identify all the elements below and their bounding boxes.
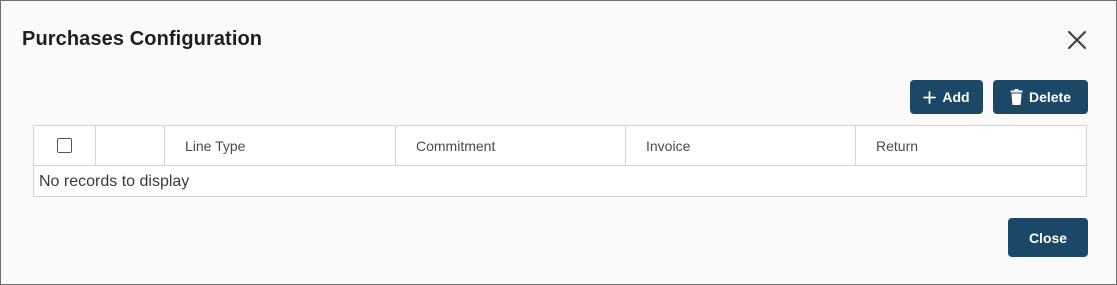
select-all-column <box>34 126 96 165</box>
column-header-invoice[interactable]: Invoice <box>626 126 856 165</box>
plus-icon <box>923 90 937 104</box>
empty-message: No records to display <box>39 172 190 190</box>
records-grid: Line Type Commitment Invoice Return No r… <box>33 125 1087 197</box>
delete-button[interactable]: Delete <box>993 80 1088 114</box>
column-header-commitment[interactable]: Commitment <box>396 126 626 165</box>
close-button[interactable]: Close <box>1008 218 1088 257</box>
grid-header: Line Type Commitment Invoice Return <box>34 126 1086 166</box>
purchases-configuration-dialog: Purchases Configuration Add Delete Line … <box>0 0 1117 285</box>
add-button[interactable]: Add <box>910 80 983 114</box>
select-all-checkbox[interactable] <box>57 138 72 153</box>
column-header-blank <box>96 126 165 165</box>
add-button-label: Add <box>942 89 970 105</box>
delete-button-label: Delete <box>1028 89 1072 105</box>
column-header-return[interactable]: Return <box>856 126 1086 165</box>
trash-icon <box>1010 89 1023 105</box>
close-icon[interactable] <box>1065 28 1089 52</box>
column-header-line-type[interactable]: Line Type <box>165 126 396 165</box>
dialog-title: Purchases Configuration <box>22 28 263 50</box>
